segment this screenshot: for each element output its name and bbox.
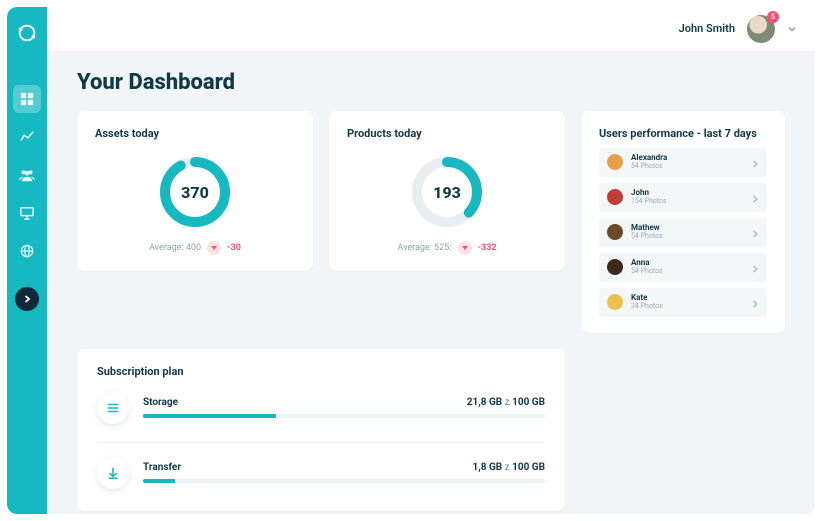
- assets-gauge: 370: [156, 153, 234, 231]
- trend-down-icon: [458, 241, 472, 255]
- nav-presentation[interactable]: [13, 199, 41, 227]
- performance-item[interactable]: Mathew54 Photos: [599, 218, 767, 247]
- chevron-right-icon: [751, 188, 759, 207]
- user-menu-chevron-icon[interactable]: [787, 19, 797, 38]
- nav-users[interactable]: [13, 161, 41, 189]
- trend-down-icon: [207, 241, 221, 255]
- performance-item[interactable]: John154 Photos: [599, 183, 767, 212]
- top-bar: John Smith 5: [47, 7, 815, 52]
- assets-diff: -30: [227, 243, 241, 253]
- storage-row: Storage 21,8 GB z 100 GB: [97, 392, 545, 424]
- perf-user-sub: 54 Photos: [631, 268, 663, 275]
- nav-globe[interactable]: [13, 237, 41, 265]
- storage-quota: 21,8 GB z 100 GB: [467, 397, 545, 408]
- card-title: Products today: [347, 127, 547, 140]
- products-value: 193: [408, 153, 486, 231]
- perf-user-name: Anna: [631, 259, 663, 267]
- user-avatar-icon: [607, 294, 623, 310]
- nav-analytics[interactable]: [13, 123, 41, 151]
- user-avatar-icon: [607, 259, 623, 275]
- perf-user-name: John: [631, 189, 667, 197]
- perf-user-name: Kate: [631, 294, 663, 302]
- perf-user-sub: 54 Photos: [631, 233, 663, 240]
- transfer-bar: [143, 479, 545, 483]
- sidebar-expand-button[interactable]: [15, 287, 39, 311]
- assets-average-label: Average: 400: [149, 243, 201, 253]
- storage-icon: [97, 392, 129, 424]
- perf-user-name: Alexandra: [631, 154, 667, 162]
- users-performance-card: Users performance - last 7 days Alexandr…: [581, 111, 785, 333]
- performance-item[interactable]: Anna54 Photos: [599, 253, 767, 282]
- sidebar-rail: [7, 7, 47, 514]
- card-title: Subscription plan: [97, 365, 545, 378]
- products-gauge: 193: [408, 153, 486, 231]
- user-avatar[interactable]: 5: [747, 15, 775, 43]
- products-today-card: Products today 193 Average: 525:: [329, 111, 565, 271]
- chevron-right-icon: [751, 153, 759, 172]
- divider: [97, 442, 545, 443]
- assets-value: 370: [156, 153, 234, 231]
- chevron-right-icon: [751, 258, 759, 277]
- performance-item[interactable]: Alexandra54 Photos: [599, 148, 767, 177]
- card-title: Assets today: [95, 127, 295, 140]
- perf-user-sub: 54 Photos: [631, 163, 667, 170]
- chevron-right-icon: [751, 293, 759, 312]
- performance-item[interactable]: Kate34 Photos: [599, 288, 767, 317]
- subscription-plan-card: Subscription plan Storage 21,8 GB z 100 …: [77, 349, 565, 511]
- assets-today-card: Assets today 370 Average: 400: [77, 111, 313, 271]
- products-average-label: Average: 525:: [397, 243, 451, 253]
- transfer-icon: [97, 457, 129, 489]
- perf-user-name: Mathew: [631, 224, 663, 232]
- card-title: Users performance - last 7 days: [599, 127, 767, 140]
- products-diff: -332: [478, 243, 497, 253]
- storage-bar: [143, 414, 545, 418]
- user-avatar-icon: [607, 189, 623, 205]
- storage-label: Storage: [143, 397, 178, 408]
- nav-dashboard[interactable]: [13, 85, 41, 113]
- user-avatar-icon: [607, 224, 623, 240]
- transfer-label: Transfer: [143, 462, 181, 473]
- user-avatar-icon: [607, 154, 623, 170]
- user-name: John Smith: [679, 22, 735, 35]
- page-title: Your Dashboard: [77, 70, 785, 95]
- perf-user-sub: 34 Photos: [631, 303, 663, 310]
- transfer-quota: 1,8 GB z 100 GB: [473, 462, 545, 473]
- app-logo: [15, 21, 39, 45]
- transfer-row: Transfer 1,8 GB z 100 GB: [97, 457, 545, 489]
- chevron-right-icon: [751, 223, 759, 242]
- perf-user-sub: 154 Photos: [631, 198, 667, 205]
- notification-badge: 5: [767, 11, 779, 23]
